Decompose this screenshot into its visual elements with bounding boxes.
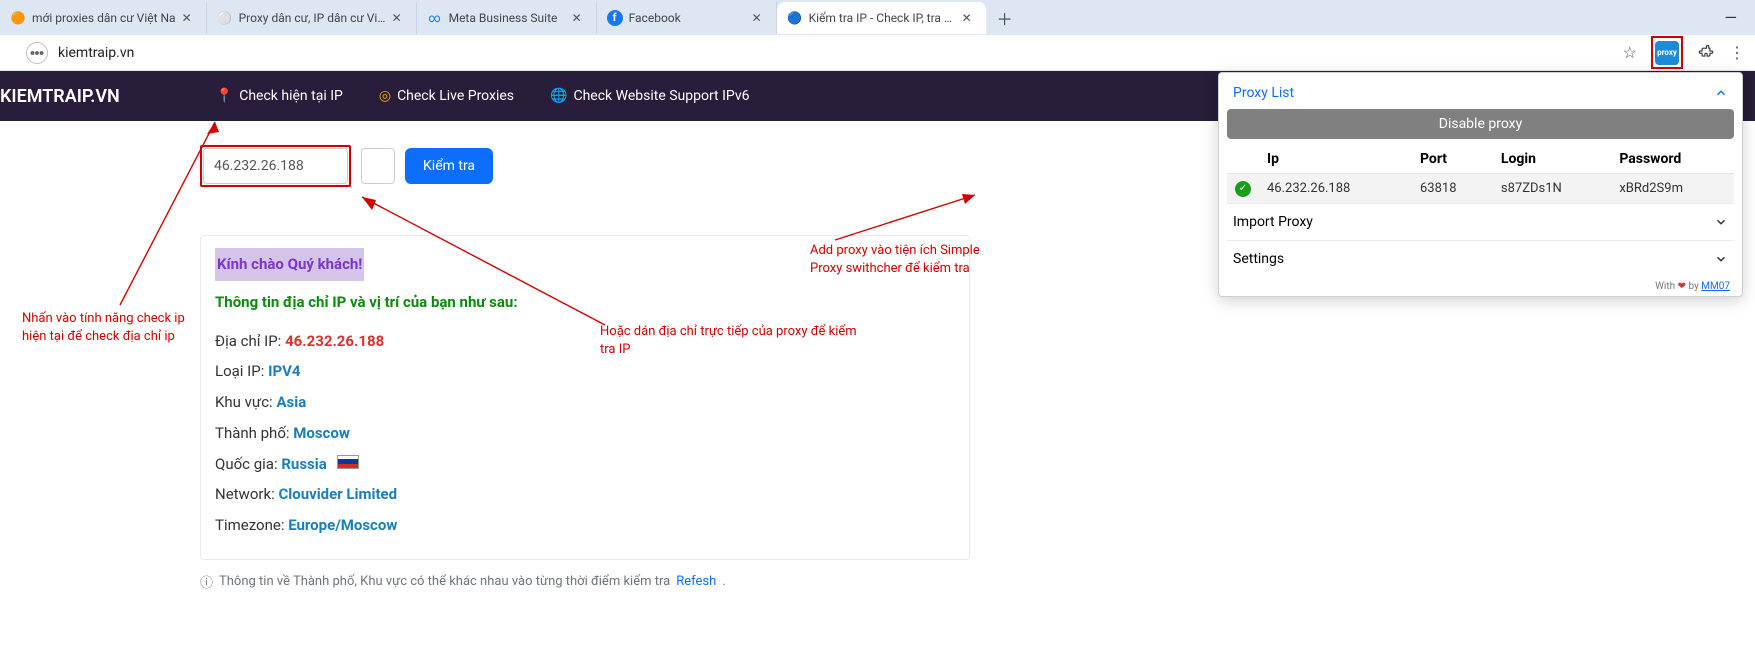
facebook-icon: f [607, 10, 623, 26]
cell-port: 63818 [1412, 174, 1493, 203]
extension-highlight: proxy [1651, 36, 1683, 69]
col-login: Login [1493, 145, 1611, 174]
city-value: Moscow [293, 424, 350, 442]
menu-icon[interactable]: ⋮ [1729, 43, 1745, 62]
footer-text: Thông tin về Thành phố, Khu vực có thể k… [219, 574, 670, 589]
browser-tab-active[interactable]: 🔵 Kiểm tra IP - Check IP, tra địa c ✕ [777, 2, 987, 34]
ip-input[interactable] [203, 148, 348, 184]
annotation-3: Add proxy vào tiện ích Simple Proxy swit… [810, 242, 990, 277]
tab-favicon: ⚪ [217, 10, 233, 26]
col-port: Port [1412, 145, 1493, 174]
tz-value: Europe/Moscow [288, 516, 397, 534]
row-country: Quốc gia: Russia [215, 449, 955, 480]
meta-icon: ∞ [427, 10, 443, 26]
target-icon: ◎ [379, 88, 391, 104]
proxy-table: Ip Port Login Password ✓ 46.232.26.188 6… [1227, 145, 1734, 203]
ip-input-highlight [200, 145, 351, 187]
browser-tab[interactable]: 🟠 mới proxies dân cư Việt Na ✕ [0, 2, 207, 34]
refresh-link[interactable]: Refesh [676, 574, 716, 589]
nav-label: Check hiện tại IP [239, 88, 343, 104]
extension-popup: Proxy List Disable proxy Ip Port Login P… [1218, 72, 1743, 297]
region-value: Asia [276, 393, 306, 411]
greeting: Kính chào Quý khách! [215, 248, 364, 281]
bookmark-icon[interactable]: ☆ [1623, 43, 1637, 62]
heart-icon: ❤ [1678, 281, 1686, 292]
proxy-extension-icon[interactable]: proxy [1655, 41, 1679, 65]
check-icon: ✓ [1235, 181, 1251, 197]
row-network: Network: Clouvider Limited [215, 479, 955, 510]
check-button[interactable]: Kiểm tra [405, 148, 493, 184]
nav-check-ipv6[interactable]: 🌐 Check Website Support IPv6 [550, 88, 749, 104]
nav-label: Check Website Support IPv6 [573, 88, 749, 104]
nav-check-ip[interactable]: 📍 Check hiện tại IP [216, 88, 343, 104]
disable-proxy-button[interactable]: Disable proxy [1227, 109, 1734, 139]
tab-favicon: 🟠 [10, 10, 26, 26]
address-bar: kiemtraip.vn ☆ proxy ⋮ [0, 35, 1755, 71]
minimize-button[interactable]: — [1725, 8, 1738, 27]
row-city: Thành phố: Moscow [215, 418, 955, 449]
nav-check-proxies[interactable]: ◎ Check Live Proxies [379, 88, 514, 104]
annotation-2: Hoặc dán địa chỉ trực tiếp của proxy để … [600, 323, 860, 358]
browser-tab[interactable]: f Facebook ✕ [597, 2, 777, 34]
ext-footer: With ❤ by MM07 [1227, 277, 1734, 292]
tab-title: Proxy dân cư, IP dân cư Việt Na [239, 11, 386, 25]
nav-label: Check Live Proxies [397, 88, 514, 104]
network-value: Clouvider Limited [278, 485, 397, 503]
aux-box[interactable] [361, 148, 395, 184]
globe-icon: 🌐 [550, 88, 567, 104]
ip-info-card: Kính chào Quý khách! Thông tin địa chỉ I… [200, 235, 970, 560]
cell-ip: 46.232.26.188 [1259, 174, 1412, 203]
ip-value: 46.232.26.188 [285, 332, 384, 350]
browser-tab[interactable]: ⚪ Proxy dân cư, IP dân cư Việt Na ✕ [207, 2, 417, 34]
table-row[interactable]: ✓ 46.232.26.188 63818 s87ZDs1N xBRd2S9m [1227, 174, 1734, 203]
address-text[interactable]: kiemtraip.vn [58, 45, 134, 61]
info-heading: Thông tin địa chỉ IP và vị trí của bạn n… [215, 287, 955, 318]
row-type: Loại IP: IPV4 [215, 356, 955, 387]
row-timezone: Timezone: Europe/Moscow [215, 510, 955, 541]
close-icon[interactable]: ✕ [962, 11, 976, 25]
annotation-1: Nhấn vào tính năng check ip hiện tại để … [22, 310, 202, 345]
author-link[interactable]: MM07 [1701, 281, 1730, 292]
cell-password: xBRd2S9m [1611, 174, 1734, 203]
tab-title: Kiểm tra IP - Check IP, tra địa c [809, 11, 956, 25]
new-tab-button[interactable]: ＋ [991, 4, 1019, 32]
import-label: Import Proxy [1233, 214, 1313, 230]
info-icon: ⓘ [200, 572, 213, 591]
tab-title: mới proxies dân cư Việt Na [32, 11, 176, 25]
close-icon[interactable]: ✕ [572, 11, 586, 25]
import-proxy-row[interactable]: Import Proxy [1227, 203, 1734, 240]
cell-login: s87ZDs1N [1493, 174, 1611, 203]
chevron-down-icon [1714, 215, 1728, 229]
brand[interactable]: KIEMTRAIP.VN [0, 86, 120, 107]
footer-note: ⓘ Thông tin về Thành phố, Khu vực có thể… [200, 572, 1755, 591]
tab-favicon: 🔵 [787, 10, 803, 26]
chevron-down-icon [1714, 252, 1728, 266]
ext-title: Proxy List [1233, 85, 1294, 101]
site-settings-icon[interactable] [26, 42, 48, 64]
extensions-icon[interactable] [1697, 42, 1715, 64]
settings-row[interactable]: Settings [1227, 240, 1734, 277]
tab-title: Meta Business Suite [449, 11, 566, 25]
row-region: Khu vực: Asia [215, 387, 955, 418]
country-value: Russia [281, 455, 326, 473]
browser-tab[interactable]: ∞ Meta Business Suite ✕ [417, 2, 597, 34]
col-password: Password [1611, 145, 1734, 174]
close-icon[interactable]: ✕ [182, 11, 196, 25]
tab-title: Facebook [629, 11, 746, 25]
ext-header[interactable]: Proxy List [1227, 81, 1734, 109]
window-controls: — [1707, 0, 1755, 35]
close-icon[interactable]: ✕ [392, 11, 406, 25]
chevron-up-icon[interactable] [1714, 86, 1728, 100]
close-icon[interactable]: ✕ [752, 11, 766, 25]
col-ip: Ip [1259, 145, 1412, 174]
flag-icon [337, 455, 359, 469]
type-value: IPV4 [268, 362, 300, 380]
settings-label: Settings [1233, 251, 1284, 267]
pin-icon: 📍 [216, 88, 233, 104]
browser-tab-strip: 🟠 mới proxies dân cư Việt Na ✕ ⚪ Proxy d… [0, 0, 1755, 35]
